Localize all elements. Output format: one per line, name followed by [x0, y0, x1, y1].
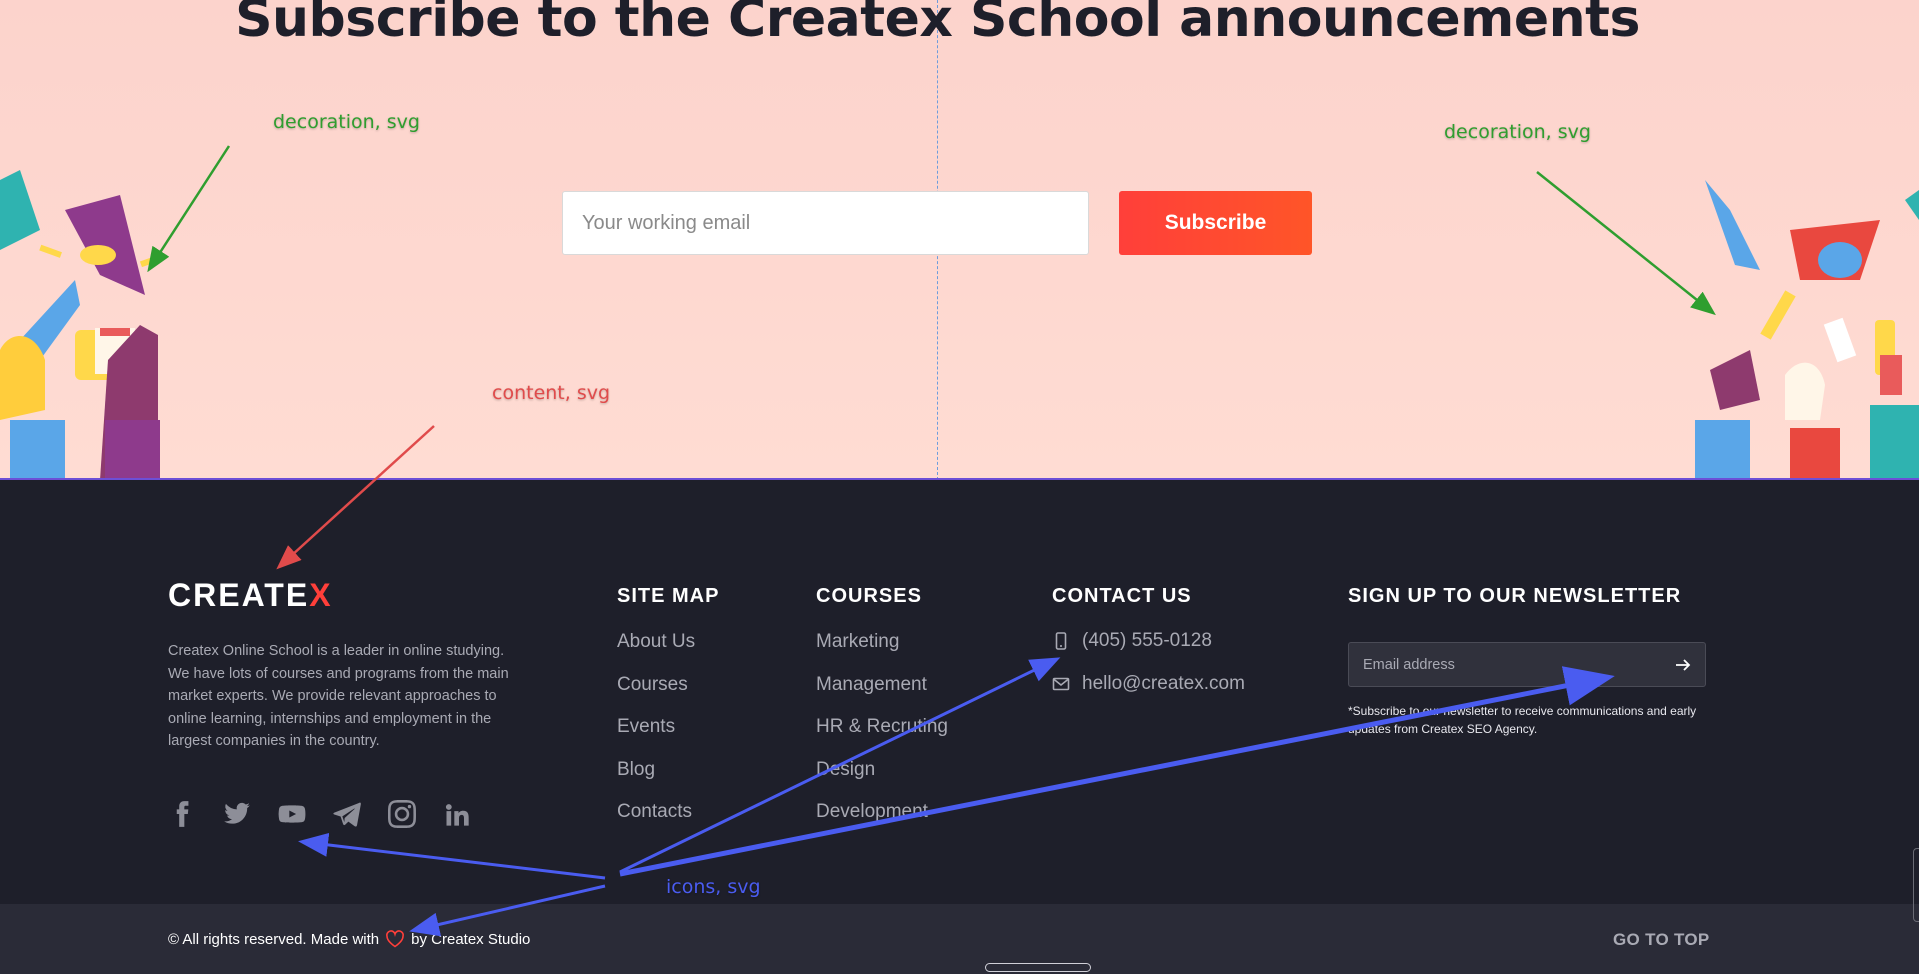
subscribe-email-input[interactable] [582, 211, 1069, 235]
subscribe-button[interactable]: Subscribe [1119, 191, 1312, 255]
courses-list: Marketing Management HR & Recruting Desi… [816, 621, 948, 834]
decoration-right-illustration [1695, 180, 1919, 478]
contact-phone-text: (405) 555-0128 [1082, 630, 1212, 651]
annotation-icons: icons, svg [666, 876, 761, 898]
annotation-decoration-right: decoration, svg [1444, 121, 1591, 143]
course-link[interactable]: Design [816, 749, 948, 792]
telegram-icon[interactable] [333, 797, 388, 831]
footer: CREATEX Createx Online School is a leade… [0, 481, 1919, 904]
sitemap-link[interactable]: Contacts [617, 791, 695, 834]
logo-text: CREATE [168, 577, 310, 613]
phone-icon [1055, 632, 1067, 650]
annotation-content: content, svg [492, 382, 611, 404]
sitemap-link[interactable]: Blog [617, 749, 695, 792]
newsletter-email-input[interactable] [1363, 656, 1673, 673]
copyright-suffix: by Createx Studio [411, 930, 531, 948]
courses-title: COURSES [816, 585, 922, 607]
course-link[interactable]: Development [816, 791, 948, 834]
twitter-icon[interactable] [223, 797, 278, 831]
scroll-handle[interactable] [985, 963, 1091, 972]
instagram-icon[interactable] [388, 797, 443, 831]
heart-icon [386, 930, 405, 948]
facebook-icon[interactable] [168, 797, 223, 831]
course-link[interactable]: Marketing [816, 621, 948, 664]
newsletter-title: SIGN UP TO OUR NEWSLETTER [1348, 585, 1682, 607]
decoration-left-illustration [0, 170, 161, 478]
contact-email[interactable]: hello@createx.com [1052, 673, 1245, 695]
newsletter-field[interactable] [1348, 642, 1706, 687]
sitemap-title: SITE MAP [617, 585, 720, 607]
side-panel-handle[interactable] [1913, 848, 1919, 922]
course-link[interactable]: HR & Recruting [816, 706, 948, 749]
copyright: © All rights reserved. Made with by Crea… [168, 930, 530, 948]
newsletter-note: *Subscribe to our newsletter to receive … [1348, 704, 1697, 736]
mail-icon [1052, 677, 1070, 691]
subscribe-section: Subscribe to the Createx School announce… [0, 0, 1919, 480]
copyright-prefix: © All rights reserved. Made with [168, 930, 380, 948]
social-links [168, 797, 498, 831]
go-to-top-link[interactable]: GO TO TOP [1613, 930, 1710, 950]
subscribe-email-field[interactable] [562, 191, 1089, 255]
sitemap-link[interactable]: Courses [617, 664, 695, 707]
sitemap-link[interactable]: Events [617, 706, 695, 749]
bottom-bar: © All rights reserved. Made with by Crea… [0, 904, 1919, 974]
contact-phone[interactable]: (405) 555-0128 [1052, 630, 1212, 652]
sitemap-list: About Us Courses Events Blog Contacts [617, 621, 695, 834]
linkedin-icon[interactable] [443, 797, 498, 831]
course-link[interactable]: Management [816, 664, 948, 707]
arrow-right-icon[interactable] [1673, 655, 1693, 675]
sitemap-link[interactable]: About Us [617, 621, 695, 664]
logo-x: X [309, 577, 333, 613]
subscribe-title: Subscribe to the Createx School announce… [235, 0, 1640, 49]
annotation-decoration-left: decoration, svg [273, 111, 420, 133]
about-text: Createx Online School is a leader in onl… [168, 643, 509, 749]
contact-email-text: hello@createx.com [1082, 673, 1245, 694]
createx-logo[interactable]: CREATEX [168, 577, 333, 614]
contact-title: CONTACT US [1052, 585, 1192, 607]
youtube-icon[interactable] [278, 797, 333, 831]
